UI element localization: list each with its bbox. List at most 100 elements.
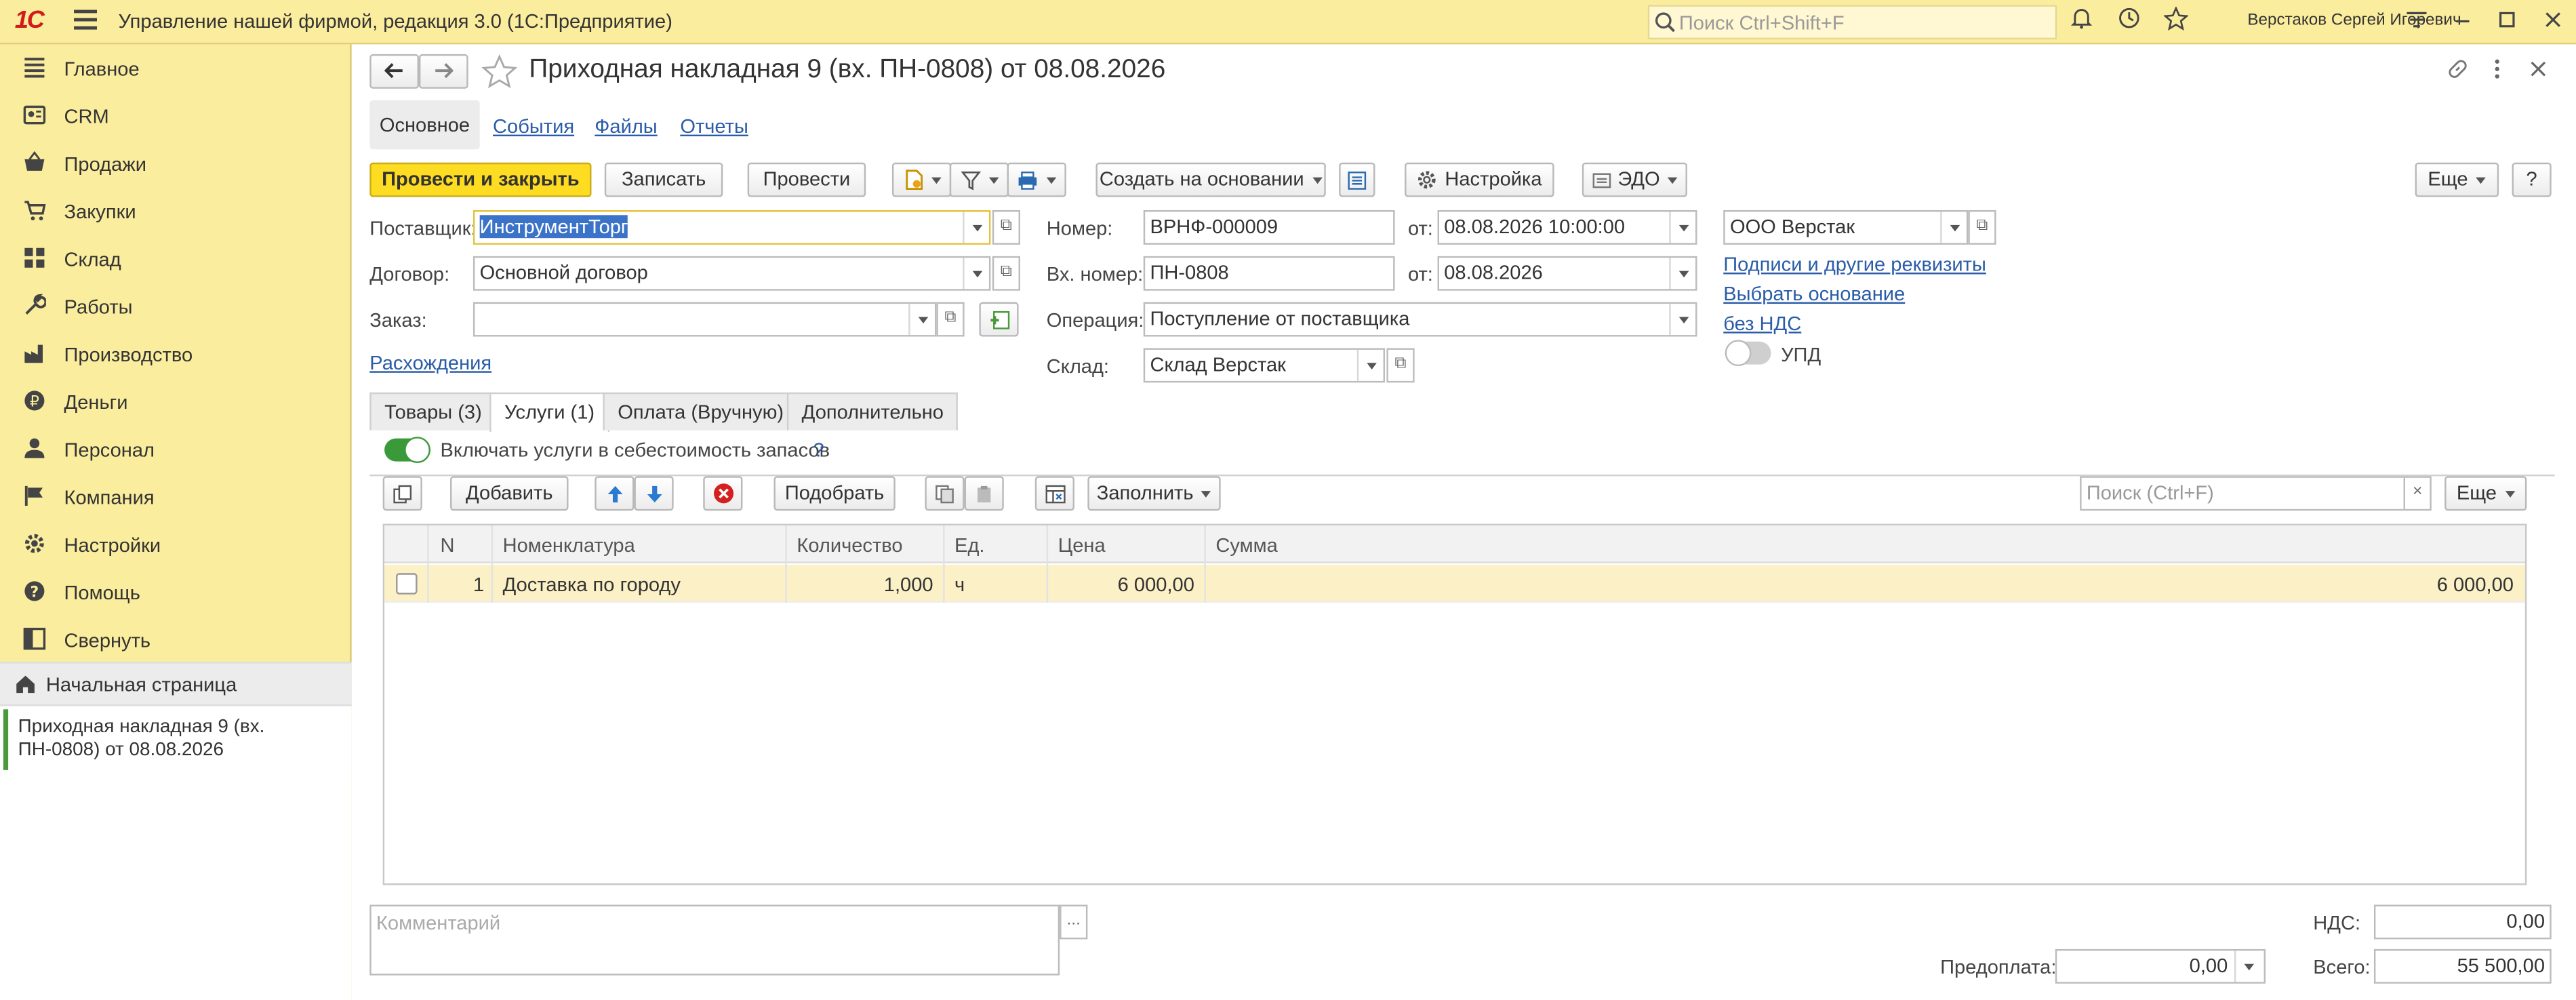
supplier-dropdown[interactable] (963, 212, 989, 243)
favorite-star-icon[interactable] (481, 54, 518, 89)
settings-button[interactable]: Настройка (1405, 162, 1554, 197)
close-window-icon[interactable] (2538, 7, 2568, 37)
operation-field[interactable]: Поступление от поставщика (1143, 302, 1697, 337)
column-n[interactable]: N (440, 534, 454, 557)
sidebar-item-collapse[interactable]: Свернуть (0, 616, 352, 663)
maximize-icon[interactable] (2492, 7, 2522, 37)
comment-field[interactable]: Комментарий (369, 904, 1060, 976)
warehouse-open-button[interactable]: ⧉ (1386, 348, 1415, 383)
settings-lines-icon[interactable] (2402, 7, 2432, 37)
fill-button[interactable]: Заполнить (1087, 476, 1221, 511)
close-form-icon[interactable] (2530, 61, 2546, 77)
help-button[interactable]: ? (2512, 162, 2552, 197)
upd-toggle[interactable] (1725, 340, 1771, 367)
more-vertical-icon[interactable] (2489, 58, 2505, 81)
post-button[interactable]: Провести (747, 162, 866, 197)
order-dropdown[interactable] (908, 304, 935, 336)
grid-search-input[interactable]: Поиск (Ctrl+F) (2080, 476, 2406, 511)
signatures-link[interactable]: Подписи и другие реквизиты (1723, 253, 1986, 276)
select-basis-link[interactable]: Выбрать основание (1723, 283, 1905, 306)
company-field[interactable]: ООО Верстак (1723, 210, 1969, 245)
move-down-button[interactable] (634, 476, 674, 511)
section-main[interactable]: Основное (369, 100, 480, 150)
comment-expand-button[interactable]: ... (1060, 904, 1088, 940)
section-events[interactable]: События (493, 115, 574, 138)
tab-goods[interactable]: Товары (3) (369, 392, 497, 431)
load-from-file-button[interactable] (1034, 476, 1074, 511)
date-field[interactable]: 08.08.2026 10:00:00 (1437, 210, 1697, 245)
sidebar-item-production[interactable]: Производство (0, 330, 352, 378)
paste-rows-button[interactable] (964, 476, 1004, 511)
sidebar-item-purchases[interactable]: Закупки (0, 187, 352, 235)
in-date-calendar-button[interactable] (1669, 258, 1695, 289)
sidebar-item-settings[interactable]: Настройки (0, 521, 352, 568)
home-page-item[interactable]: Начальная страница (0, 663, 352, 706)
cell-sum[interactable]: 6 000,00 (2350, 573, 2514, 596)
prepay-field[interactable]: 0,00 (2055, 948, 2266, 984)
sidebar-item-warehouse[interactable]: Склад (0, 235, 352, 282)
order-fill-button[interactable] (979, 302, 1019, 337)
add-row-button[interactable]: Добавить (450, 476, 569, 511)
favorites-star-icon[interactable] (2160, 5, 2190, 37)
more-button[interactable]: Еще (2415, 162, 2499, 197)
table-row[interactable]: 1 Доставка по городу 1,000 ч 6 000,00 6 … (384, 565, 2525, 603)
bell-icon[interactable] (2067, 7, 2097, 37)
tab-services[interactable]: Услуги (1) (489, 392, 609, 432)
create-based-on-button[interactable]: Создать на основании (1095, 162, 1326, 197)
sidebar-item-main[interactable]: Главное (0, 44, 352, 92)
supplier-open-button[interactable]: ⧉ (992, 210, 1020, 245)
history-icon[interactable] (2114, 7, 2144, 37)
contract-open-button[interactable]: ⧉ (992, 256, 1020, 291)
back-button[interactable] (369, 54, 419, 89)
section-reports[interactable]: Отчеты (680, 115, 748, 138)
post-and-close-button[interactable]: Провести и закрыть (369, 162, 592, 197)
forward-button[interactable] (418, 54, 468, 89)
sidebar-item-help[interactable]: ? Помощь (0, 568, 352, 616)
order-open-button[interactable]: ⧉ (936, 302, 965, 337)
vat-link[interactable]: без НДС (1723, 312, 1801, 335)
save-button[interactable]: Записать (604, 162, 723, 197)
cell-unit[interactable]: ч (954, 573, 965, 596)
discrepancies-link[interactable]: Расхождения (369, 351, 491, 374)
contract-field[interactable]: Основной договор (472, 256, 991, 291)
operation-dropdown[interactable] (1669, 304, 1695, 336)
warehouse-field[interactable]: Склад Верстак (1143, 348, 1386, 383)
delete-row-button[interactable] (703, 476, 743, 511)
in-number-field[interactable]: ПН-0808 (1143, 256, 1395, 291)
date-calendar-button[interactable] (1669, 212, 1695, 243)
column-item[interactable]: Номенклатура (503, 534, 635, 557)
link-icon[interactable] (2447, 58, 2470, 81)
document-menu-button[interactable] (891, 162, 952, 197)
cell-item[interactable]: Доставка по городу (503, 573, 681, 596)
tab-payment[interactable]: Оплата (Вручную) (603, 392, 799, 431)
open-window-item[interactable]: Приходная накладная 9 (вх. ПН-0808) от 0… (3, 709, 352, 770)
pick-button[interactable]: Подобрать (773, 476, 895, 511)
minimize-icon[interactable] (2448, 7, 2478, 37)
row-checkbox[interactable] (396, 573, 418, 595)
cell-qty[interactable]: 1,000 (785, 573, 933, 596)
sidebar-item-staff[interactable]: Персонал (0, 425, 352, 473)
move-up-button[interactable] (595, 476, 635, 511)
column-unit[interactable]: Ед. (954, 534, 984, 557)
warehouse-dropdown[interactable] (1356, 349, 1384, 381)
tab-additional[interactable]: Дополнительно (786, 392, 959, 431)
main-menu-icon[interactable] (74, 9, 97, 30)
grid-search-clear-button[interactable]: × (2403, 476, 2432, 511)
column-qty[interactable]: Количество (797, 534, 902, 557)
company-dropdown[interactable] (1940, 212, 1967, 243)
sidebar-item-sales[interactable]: Продажи (0, 140, 352, 187)
in-date-field[interactable]: 08.08.2026 (1437, 256, 1697, 291)
sidebar-item-works[interactable]: Работы (0, 283, 352, 330)
filter-menu-button[interactable] (949, 162, 1009, 197)
print-menu-button[interactable] (1007, 162, 1066, 197)
number-field[interactable]: ВРНФ-000009 (1143, 210, 1395, 245)
copy-rows-button[interactable] (925, 476, 965, 511)
sidebar-item-money[interactable]: ₽ Деньги (0, 378, 352, 425)
order-field[interactable] (472, 302, 937, 337)
sidebar-item-company[interactable]: Компания (0, 473, 352, 521)
include-services-toggle[interactable] (384, 437, 430, 464)
column-sum[interactable]: Сумма (1215, 534, 1277, 557)
structure-button[interactable] (1339, 162, 1375, 197)
sidebar-item-crm[interactable]: CRM (0, 92, 352, 140)
copy-row-button[interactable] (382, 476, 422, 511)
